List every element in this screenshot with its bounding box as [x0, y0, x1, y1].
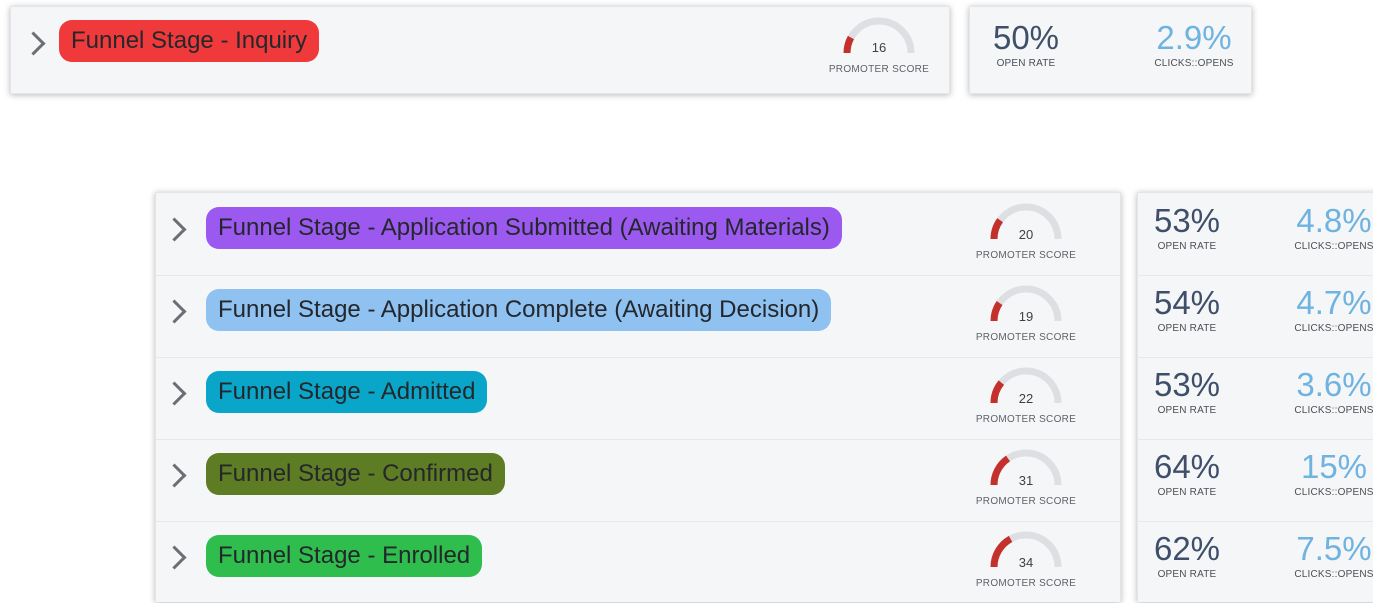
clicks-opens-value: 7.5%: [1296, 530, 1372, 567]
promoter-score-value: 31: [1018, 473, 1034, 488]
open-rate-metric: 50% OPEN RATE: [982, 19, 1070, 70]
promoter-score-label: PROMOTER SCORE: [975, 332, 1077, 343]
clicks-opens-value: 15%: [1300, 448, 1368, 485]
clicks-opens-label: CLICKS::OPENS: [1294, 241, 1373, 252]
promoter-score-label: PROMOTER SCORE: [975, 414, 1077, 425]
stage-row-inquiry[interactable]: Funnel Stage - Inquiry 16 PROMOTER SCORE: [11, 7, 949, 95]
open-rate-value: 62%: [1153, 530, 1221, 567]
chevron-right-icon[interactable]: [21, 31, 46, 56]
metric-row: 62%OPEN RATE 7.5%CLICKS::OPENS: [1138, 521, 1373, 603]
stage-pill: Funnel Stage - Application Submitted (Aw…: [206, 207, 842, 249]
clicks-opens-metric: 7.5%CLICKS::OPENS: [1284, 530, 1373, 581]
clicks-opens-label: CLICKS::OPENS: [1294, 569, 1373, 580]
promoter-score-label: PROMOTER SCORE: [975, 250, 1077, 261]
promoter-score-value: 34: [1018, 555, 1034, 570]
chevron-right-icon[interactable]: [162, 299, 187, 324]
clicks-opens-value: 4.8%: [1296, 202, 1372, 239]
open-rate-label: OPEN RATE: [1157, 487, 1217, 498]
open-rate-metric: 53% OPEN RATE: [1144, 366, 1230, 417]
stage-row[interactable]: Funnel Stage - Enrolled 34 PROMOTER SCORE: [156, 521, 1120, 603]
metric-row: 53%OPEN RATE 4.8%CLICKS::OPENS: [1138, 193, 1373, 275]
open-rate-metric: 62% OPEN RATE: [1144, 530, 1230, 581]
open-rate-label: OPEN RATE: [1157, 323, 1217, 334]
promoter-score-label: PROMOTER SCORE: [828, 64, 930, 75]
stage-row[interactable]: Funnel Stage - Admitted 22 PROMOTER SCORE: [156, 357, 1120, 439]
metrics-panel: 53% OPEN RATE 4.8% CLICKS::OPENS 54% OPEN RAT…: [1137, 192, 1373, 602]
promoter-score-gauge: 19: [984, 283, 1068, 324]
stage-row[interactable]: Funnel Stage - Application Submitted (Aw…: [156, 193, 1120, 275]
clicks-opens-label: CLICKS::OPENS: [1294, 487, 1373, 498]
stage-row[interactable]: Funnel Stage - Confirmed 31 PROMOTER SCORE: [156, 439, 1120, 521]
stage-pill: Funnel Stage - Admitted: [206, 371, 488, 413]
promoter-score-gauge: 31: [984, 447, 1068, 488]
clicks-opens-value: 4.7%: [1296, 284, 1372, 321]
open-rate-metric: 54% OPEN RATE: [1144, 284, 1230, 335]
chevron-right-icon[interactable]: [162, 381, 187, 406]
clicks-opens-metric: 4.7%CLICKS::OPENS: [1284, 284, 1373, 335]
promoter-score-value: 20: [1018, 227, 1034, 242]
clicks-opens-label: CLICKS::OPENS: [1154, 58, 1234, 69]
stage-pill: Funnel Stage - Inquiry: [59, 20, 320, 62]
chevron-right-icon[interactable]: [162, 463, 187, 488]
open-rate-value: 64%: [1153, 448, 1221, 485]
open-rate-label: OPEN RATE: [1157, 405, 1217, 416]
clicks-opens-metric: 2.9% CLICKS::OPENS: [1144, 19, 1244, 70]
metric-row: 54%OPEN RATE 4.7%CLICKS::OPENS: [1138, 275, 1373, 357]
chevron-right-icon[interactable]: [162, 545, 187, 570]
top-stage-panel: Funnel Stage - Inquiry 16 PROMOTER SCORE: [10, 6, 950, 94]
promoter-score-value: 16: [871, 40, 887, 55]
open-rate-label: OPEN RATE: [1157, 241, 1217, 252]
metric-row: 53%OPEN RATE 3.6%CLICKS::OPENS: [1138, 357, 1373, 439]
promoter-score-value: 22: [1018, 391, 1034, 406]
stage-pill: Funnel Stage - Confirmed: [206, 453, 505, 495]
promoter-score-gauge: 16: [837, 15, 921, 55]
open-rate-metric: 64% OPEN RATE: [1144, 448, 1230, 499]
clicks-opens-metric: 15%CLICKS::OPENS: [1284, 448, 1373, 499]
promoter-score-label: PROMOTER SCORE: [975, 578, 1077, 589]
stage-pill: Funnel Stage - Enrolled: [206, 535, 483, 577]
top-metrics-panel: 50% OPEN RATE 2.9% CLICKS::OPENS: [969, 6, 1252, 94]
promoter-score-label: PROMOTER SCORE: [975, 496, 1077, 507]
open-rate-label: OPEN RATE: [996, 58, 1056, 69]
open-rate-value: 54%: [1153, 284, 1221, 321]
open-rate-value: 53%: [1153, 366, 1221, 403]
clicks-opens-metric: 3.6%CLICKS::OPENS: [1284, 366, 1373, 417]
promoter-score-gauge: 22: [984, 365, 1068, 406]
clicks-opens-value: 2.9%: [1156, 19, 1232, 56]
stage-row[interactable]: Funnel Stage - Application Complete (Awa…: [156, 275, 1120, 357]
clicks-opens-label: CLICKS::OPENS: [1294, 405, 1373, 416]
open-rate-value: 50%: [992, 19, 1060, 56]
open-rate-metric: 53% OPEN RATE: [1144, 202, 1230, 253]
clicks-opens-value: 3.6%: [1296, 366, 1372, 403]
promoter-score-gauge: 34: [984, 529, 1068, 570]
open-rate-label: OPEN RATE: [1157, 569, 1217, 580]
promoter-score-gauge: 20: [984, 201, 1068, 242]
clicks-opens-label: CLICKS::OPENS: [1294, 323, 1373, 334]
stages-panel: Funnel Stage - Application Submitted (Aw…: [155, 192, 1121, 602]
stage-pill: Funnel Stage - Application Complete (Awa…: [206, 289, 832, 331]
clicks-opens-metric: 4.8%CLICKS::OPENS: [1284, 202, 1373, 253]
metric-row: 64%OPEN RATE 15%CLICKS::OPENS: [1138, 439, 1373, 521]
chevron-right-icon[interactable]: [162, 217, 187, 242]
promoter-score-value: 19: [1018, 309, 1034, 324]
open-rate-value: 53%: [1153, 202, 1221, 239]
